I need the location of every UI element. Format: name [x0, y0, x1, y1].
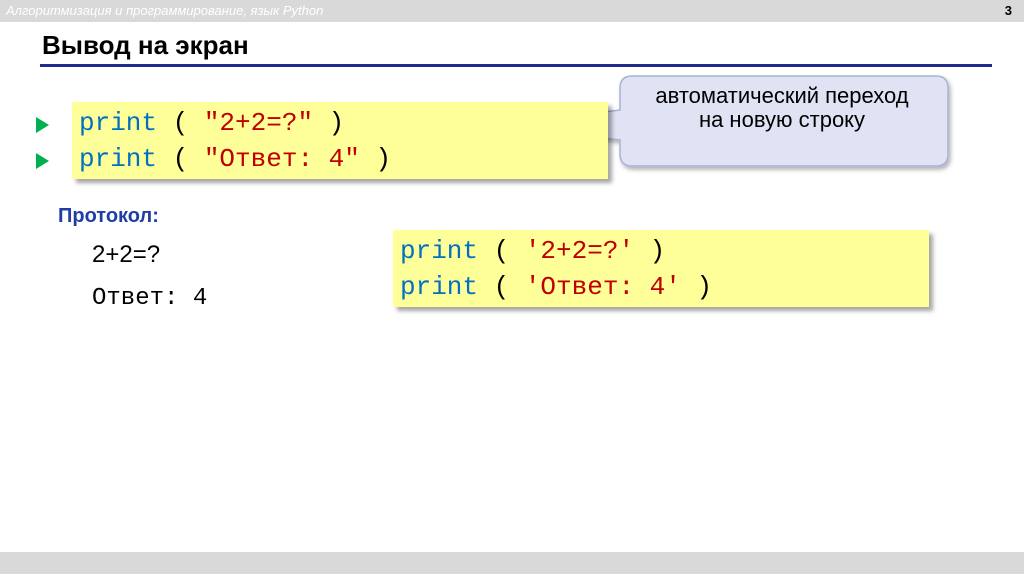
output-line: 2+2=?	[92, 241, 161, 268]
code-string: '2+2=?'	[524, 236, 635, 266]
code-string: "Ответ: 4"	[203, 144, 360, 174]
code-paren: )	[634, 236, 666, 266]
code-block-alt: print ( '2+2=?' ) print ( 'Ответ: 4' )	[393, 230, 929, 307]
code-paren: (	[157, 108, 204, 138]
play-triangle-icon	[36, 117, 49, 133]
code-line: print ( "Ответ: 4" )	[79, 144, 391, 174]
protocol-label: Протокол:	[58, 205, 159, 227]
code-string: "2+2=?"	[203, 108, 314, 138]
code-keyword: print	[79, 144, 158, 174]
code-block-main: print ( "2+2=?" ) print ( "Ответ: 4" )	[72, 102, 608, 179]
play-triangle-icon	[36, 153, 49, 169]
code-paren: )	[680, 272, 713, 302]
code-keyword: print	[400, 272, 479, 302]
code-paren: )	[313, 108, 345, 138]
code-keyword: print	[400, 236, 479, 266]
code-line: print ( 'Ответ: 4' )	[400, 272, 712, 302]
code-paren: (	[157, 144, 204, 174]
callout-line-1: автоматический переход	[655, 83, 909, 108]
code-line: print ( '2+2=?' )	[400, 236, 665, 266]
output-line: Ответ: 4	[92, 285, 208, 312]
code-paren: (	[478, 236, 525, 266]
code-line: print ( "2+2=?" )	[79, 108, 344, 138]
footer-bar	[0, 552, 1024, 574]
code-paren: )	[359, 144, 392, 174]
callout-line-2: на новую строку	[698, 107, 866, 132]
code-paren: (	[478, 272, 525, 302]
callout-text: автоматический переход на новую строку	[617, 84, 947, 132]
code-string: 'Ответ: 4'	[524, 272, 681, 302]
code-keyword: print	[79, 108, 158, 138]
